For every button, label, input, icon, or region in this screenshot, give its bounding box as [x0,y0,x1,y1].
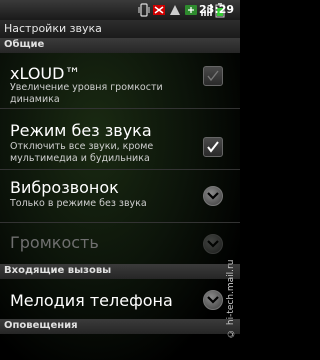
setting-ringtone-title: Мелодия телефона [10,291,173,310]
category-general: Общие [0,38,240,53]
screen-title-bar: Настройки звука [0,20,240,39]
vibrate-icon [138,2,150,22]
setting-silent-mode-title: Режим без звука [10,121,152,140]
setting-volume[interactable]: Громкость [0,223,240,264]
status-bar: 23:29 [0,0,240,20]
setting-xloud-title: xLOUD™ [10,64,81,83]
usb-icon [184,2,198,22]
setting-silent-mode-summary: Отключить все звуки, кроме мультимедиа и… [10,141,154,164]
settings-list: Общие xLOUD™ Увеличение уровня громкости… [0,38,240,360]
setting-vibrate-summary: Только в режиме без звука [10,198,147,209]
category-incoming-calls: Входящие вызовы [0,264,240,279]
screen-title: Настройки звука [4,22,102,35]
status-clock: 23:29 [198,3,234,16]
setting-xloud-summary: Увеличение уровня громкости динамика [10,82,163,105]
setting-vibrate[interactable]: Виброзвонок Только в режиме без звука [0,170,240,222]
setting-volume-title: Громкость [10,233,99,252]
xloud-checkbox[interactable] [203,66,223,86]
setting-vibrate-title: Виброзвонок [10,178,119,197]
network-icon [168,2,182,22]
chevron-down-icon[interactable] [203,234,223,254]
category-incoming-calls-label: Входящие вызовы [4,265,112,276]
setting-silent-mode[interactable]: Режим без звука Отключить все звуки, кро… [0,109,240,169]
chevron-down-icon[interactable] [203,290,223,310]
category-notifications-label: Оповещения [4,320,78,331]
silent-mode-checkbox[interactable] [203,137,223,157]
battery-alert-icon [152,2,166,22]
category-general-label: Общие [4,39,45,50]
chevron-down-icon[interactable] [203,186,223,206]
setting-ringtone[interactable]: Мелодия телефона [0,279,240,319]
watermark: © hi-tech.mail.ru [226,259,236,338]
category-notifications: Оповещения [0,319,240,334]
setting-xloud[interactable]: xLOUD™ Увеличение уровня громкости динам… [0,53,240,105]
